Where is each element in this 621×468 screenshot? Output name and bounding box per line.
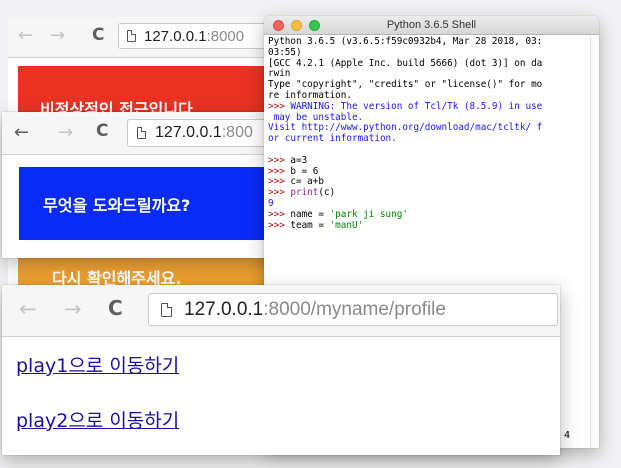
shell-text: >>> <box>268 154 291 166</box>
shell-text: [GCC 4.2.1 (Apple Inc. build 5666) (dot … <box>268 57 543 69</box>
shell-text: WARNING: The version of Tcl/Tk (8.5.9) i… <box>290 100 543 112</box>
shell-text: 03:55) <box>268 46 302 58</box>
url-host: 127.0.0.1 <box>144 27 207 45</box>
url-path: :800 <box>221 124 253 141</box>
shell-text: >>> <box>268 176 291 188</box>
shell-text: 9 <box>268 197 274 209</box>
url-host: 127.0.0.1 <box>184 298 264 320</box>
shell-text: Visit http://www.python.org/download/mac… <box>268 122 543 134</box>
address-bar[interactable]: 127.0.0.1:8000/myname/profile <box>148 293 558 326</box>
shell-output[interactable]: Python 3.6.5 (v3.6.5:f59c0932b4, Mar 28 … <box>268 36 589 232</box>
back-button[interactable]: ← <box>18 25 33 46</box>
forward-button[interactable]: → <box>50 25 65 46</box>
forward-button[interactable]: → <box>64 297 82 321</box>
shell-text: Type "copyright", "credits" or "license(… <box>268 79 543 91</box>
browser-toolbar: ← → C 127.0.0.1:8000 <box>8 17 308 58</box>
shell-text: >>> <box>268 100 291 112</box>
shell-scrollbar[interactable] <box>590 36 599 448</box>
page-icon <box>137 127 146 139</box>
back-button[interactable]: ← <box>14 122 29 143</box>
shell-text: a=3 <box>290 154 308 166</box>
page-icon <box>127 30 136 42</box>
shell-titlebar: Python 3.6.5 Shell <box>264 16 599 35</box>
shell-text: 'manU' <box>329 219 364 231</box>
shell-line: Python 3.6.5 (v3.6.5:f59c0932b4, Mar 28 … <box>268 36 589 48</box>
shell-text: re information. <box>268 89 352 101</box>
shell-text: Python 3.6.5 (v3.6.5:f59c0932b4, Mar 28 … <box>268 36 543 47</box>
shell-text: >>> <box>268 219 291 231</box>
shell-text: >>> <box>268 208 291 220</box>
play1-link[interactable]: play1으로 이동하기 <box>16 351 179 378</box>
browser-window-front: ← → C 127.0.0.1:8000/myname/profile play… <box>2 285 560 455</box>
shell-text: b = 6 <box>290 165 319 177</box>
shell-text: >>> <box>268 187 291 199</box>
url-host: 127.0.0.1 <box>155 124 222 141</box>
reload-button[interactable]: C <box>96 121 108 141</box>
shell-text: or current information. <box>268 133 397 145</box>
shell-line: >>> team = 'manU' <box>268 219 589 232</box>
shell-line <box>268 145 589 156</box>
play2-link[interactable]: play2으로 이동하기 <box>16 406 179 433</box>
reload-button[interactable]: C <box>92 25 104 45</box>
shell-line: >>> print(c) <box>268 187 589 199</box>
help-banner: 무엇을 도와드릴까요? <box>19 167 292 240</box>
browser-toolbar: ← → C 127.0.0.1:800 <box>2 112 292 155</box>
shell-text: name = <box>290 208 330 220</box>
shell-text: rwin <box>268 68 291 80</box>
shell-title: Python 3.6.5 Shell <box>386 19 477 31</box>
browser-toolbar: ← → C 127.0.0.1:8000/myname/profile <box>2 285 560 337</box>
shell-text: c= a+b <box>290 176 324 188</box>
browser-window-middle: ← → C 127.0.0.1:800 무엇을 도와드릴까요? <box>2 112 292 258</box>
back-button[interactable]: ← <box>19 297 37 321</box>
shell-text: may be unstable. <box>268 111 364 123</box>
shell-line: [GCC 4.2.1 (Apple Inc. build 5666) (dot … <box>268 57 589 70</box>
shell-text: team = <box>290 219 330 231</box>
url-path: :8000 <box>206 27 245 45</box>
forward-button[interactable]: → <box>58 122 73 143</box>
shell-text: (c) <box>318 187 336 199</box>
shell-status: 4 <box>564 430 571 441</box>
reload-button[interactable]: C <box>108 296 123 320</box>
page-icon <box>161 302 172 317</box>
shell-text: >>> <box>268 165 291 177</box>
shell-text: 'park ji sung' <box>329 208 408 220</box>
shell-line: or current information. <box>268 133 589 145</box>
url-path: :8000/myname/profile <box>263 298 446 320</box>
shell-text: print <box>290 187 319 199</box>
